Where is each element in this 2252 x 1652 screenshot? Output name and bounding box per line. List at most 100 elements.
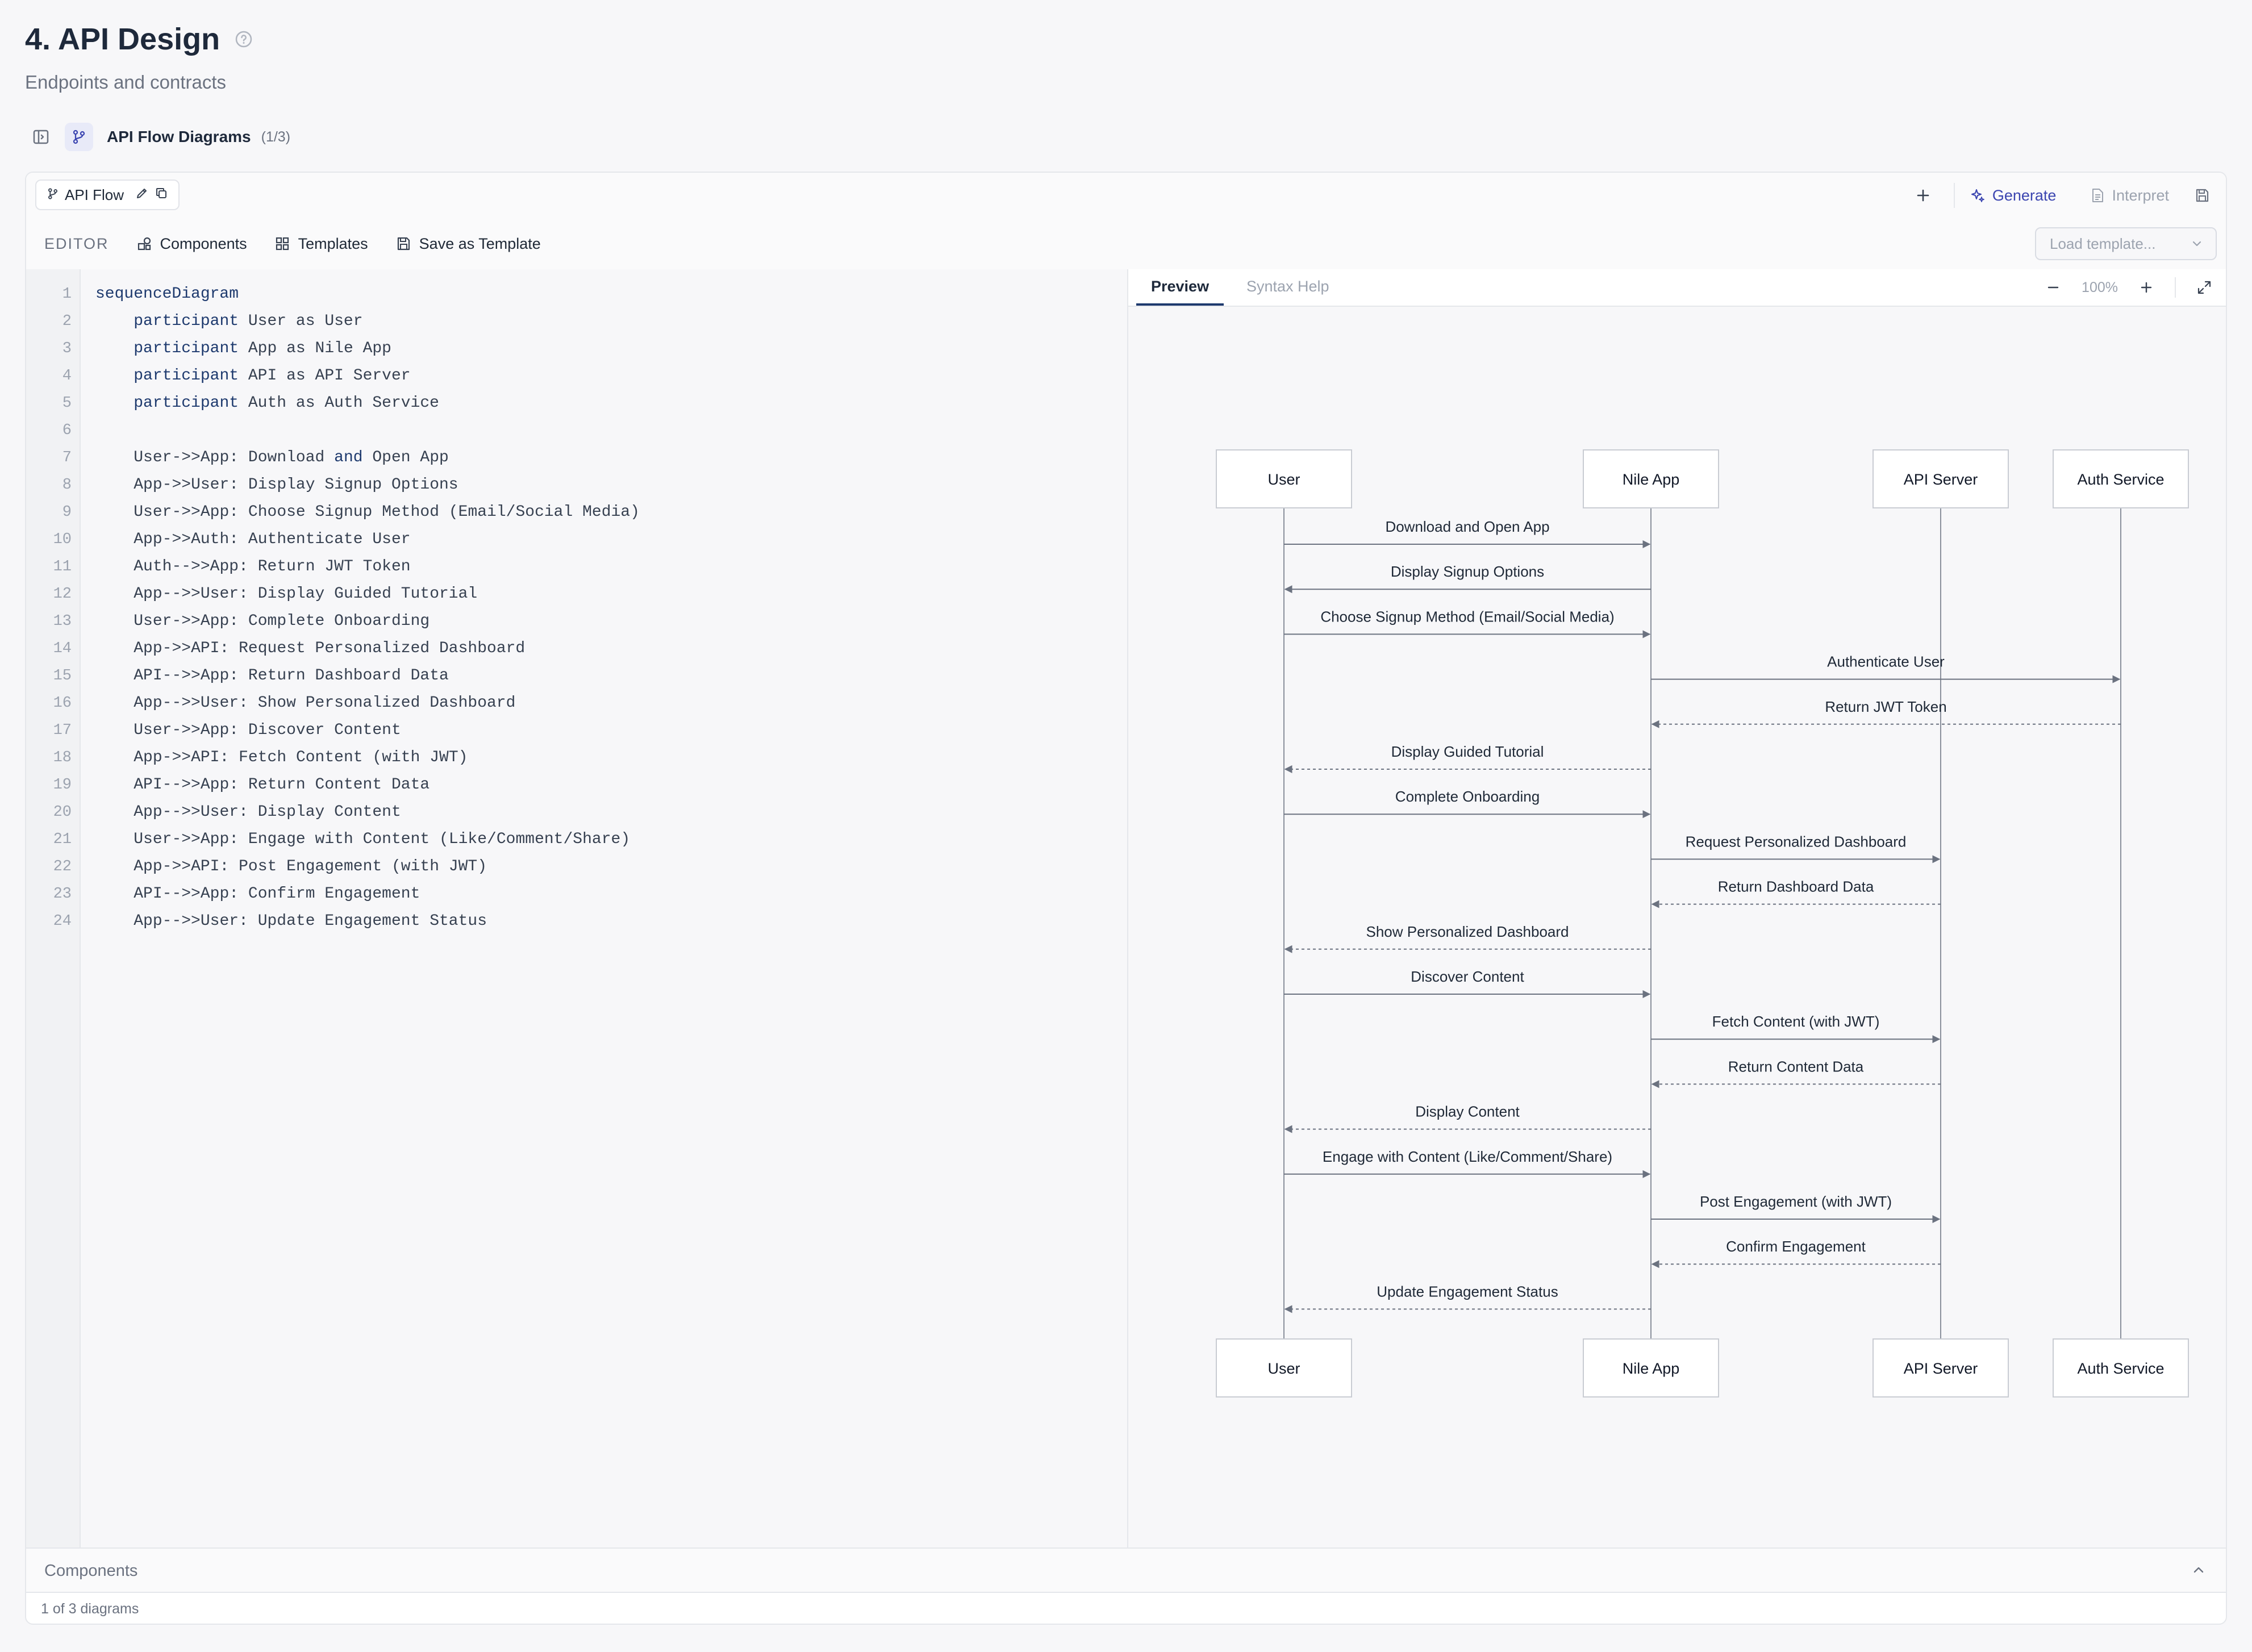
divider	[2175, 277, 2176, 298]
code-line: User->>App: Discover Content	[134, 721, 401, 739]
diagram-tabs-bar: API Flow Generate Interpret	[26, 173, 2226, 219]
preview-tabs: Preview Syntax Help 100%	[1128, 269, 2226, 307]
pencil-icon[interactable]	[135, 186, 149, 204]
code-line: App->>API: Post Engagement (with JWT)	[134, 858, 487, 875]
participant-label: Auth Service	[2077, 471, 2164, 488]
tab-syntax-help[interactable]: Syntax Help	[1232, 269, 1344, 306]
line-number: 2	[62, 313, 72, 330]
expand-icon	[2197, 281, 2211, 294]
sidebar-toggle-icon[interactable]	[25, 123, 57, 151]
zoom-out-button[interactable]	[2042, 276, 2065, 299]
floppy-icon	[397, 237, 410, 251]
copy-icon[interactable]	[155, 186, 168, 204]
diagram-actions: Generate Interpret	[1907, 173, 2210, 218]
code-editor[interactable]: 1 2 3 4 5 6 7 8 9 10 11 12 13 14 15 16 17 18 19 20 21 22 23 24 …	[26, 269, 1128, 1547]
page-title: 4. API Design	[25, 22, 220, 56]
diagram-tab-api-flow[interactable]: API Flow	[35, 180, 180, 210]
message-label: Choose Signup Method (Email/Social Media…	[1320, 608, 1614, 625]
save-button[interactable]	[2194, 187, 2210, 203]
code-line: App-->>User: Display Guided Tutorial	[134, 585, 478, 603]
participant-label: User	[1267, 471, 1300, 488]
message-label: Return Dashboard Data	[1718, 878, 1874, 895]
code-line: participant User as User	[134, 312, 363, 330]
code-line: participant Auth as Auth Service	[134, 394, 439, 412]
message-label: Display Signup Options	[1391, 563, 1544, 580]
load-template-select[interactable]: Load template...	[2035, 227, 2217, 260]
message-label: Return Content Data	[1728, 1058, 1864, 1075]
generate-button[interactable]: Generate	[1970, 186, 2057, 205]
page-title-row: 4. API Design	[25, 22, 253, 57]
line-number: 10	[53, 531, 72, 548]
line-number: 3	[62, 340, 72, 357]
line-number: 8	[62, 477, 72, 494]
line-number: 17	[53, 722, 72, 739]
help-circle-icon[interactable]	[235, 30, 253, 48]
line-number: 7	[62, 449, 72, 466]
code-line: App-->>User: Show Personalized Dashboard	[134, 694, 516, 712]
code-line: App->>API: Fetch Content (with JWT)	[134, 749, 468, 766]
participant-label: User	[1267, 1360, 1300, 1377]
message-label: Request Personalized Dashboard	[1686, 833, 1907, 850]
page-subtitle: Endpoints and contracts	[25, 72, 227, 93]
line-number: 18	[53, 749, 72, 766]
code-line: User->>App: Choose Signup Method (Email/…	[134, 503, 640, 521]
preview-panel: Preview Syntax Help 100% User User Nile Ap…	[1128, 269, 2226, 1547]
zoom-in-button[interactable]	[2135, 276, 2158, 299]
save-as-template-label: Save as Template	[419, 235, 541, 252]
templates-label: Templates	[298, 235, 368, 252]
file-text-icon	[2092, 189, 2104, 202]
save-icon	[2196, 189, 2209, 202]
line-number: 9	[62, 504, 72, 521]
message-label: Discover Content	[1411, 968, 1524, 985]
save-as-template-button[interactable]: Save as Template	[395, 235, 541, 253]
line-number-gutter: 1 2 3 4 5 6 7 8 9 10 11 12 13 14 15 16 17 18 19 20 21 22 23 24	[26, 269, 81, 1547]
line-number: 24	[53, 913, 72, 930]
participant-label: Auth Service	[2077, 1360, 2164, 1377]
tab-preview[interactable]: Preview	[1136, 269, 1224, 306]
section-count: (1/3)	[261, 128, 291, 145]
components-panel-title: Components	[44, 1562, 138, 1580]
templates-button[interactable]: Templates	[274, 235, 368, 253]
grid-icon	[276, 237, 289, 251]
add-diagram-button[interactable]	[1907, 187, 1939, 203]
message-label: Show Personalized Dashboard	[1366, 923, 1569, 940]
diagram-count-status: 1 of 3 diagrams	[41, 1601, 139, 1617]
line-number: 15	[53, 668, 72, 685]
code-line: App->>User: Display Signup Options	[134, 476, 458, 494]
message-label: Confirm Engagement	[1726, 1238, 1866, 1255]
line-number: 1	[62, 286, 72, 303]
participant-label: API Server	[1904, 471, 1978, 488]
line-number: 20	[53, 804, 72, 821]
plus-icon	[2141, 282, 2152, 293]
components-button[interactable]: Components	[136, 235, 247, 253]
code-line: App-->>User: Display Content	[134, 803, 401, 821]
chevron-up-icon	[2193, 1567, 2204, 1573]
line-number: 22	[53, 858, 72, 875]
sparkles-icon	[1971, 189, 1984, 202]
code-line: API-->>App: Return Dashboard Data	[134, 667, 449, 685]
interpret-button[interactable]: Interpret	[2090, 187, 2169, 205]
message-label: Return JWT Token	[1825, 698, 1946, 715]
load-template-placeholder: Load template...	[2050, 235, 2156, 252]
code-line: App-->>User: Update Engagement Status	[134, 912, 487, 930]
line-number: 23	[53, 886, 72, 903]
code-line: Auth-->>App: Return JWT Token	[134, 558, 411, 575]
line-number: 21	[53, 831, 72, 848]
message-label: Post Engagement (with JWT)	[1700, 1193, 1892, 1210]
components-panel-header[interactable]: Components	[26, 1547, 2226, 1593]
message-label: Complete Onboarding	[1395, 788, 1540, 805]
message-label: Authenticate User	[1827, 653, 1945, 670]
code-line: participant App as Nile App	[134, 340, 391, 357]
message-label: Engage with Content (Like/Comment/Share)	[1323, 1148, 1612, 1165]
code-line: App->>Auth: Authenticate User	[134, 531, 411, 548]
code-line: App->>API: Request Personalized Dashboar…	[134, 640, 526, 657]
line-number: 11	[53, 558, 72, 575]
components-label: Components	[160, 235, 247, 252]
code-line: API-->>App: Return Content Data	[134, 776, 430, 794]
fullscreen-button[interactable]	[2193, 276, 2216, 299]
code-line: sequenceDiagram	[95, 285, 239, 303]
zoom-level: 100%	[2082, 279, 2118, 295]
line-number: 16	[53, 695, 72, 712]
editor-toolbar: EDITOR Components Templates Save as Temp…	[26, 218, 2226, 270]
generate-label: Generate	[1992, 186, 2057, 204]
